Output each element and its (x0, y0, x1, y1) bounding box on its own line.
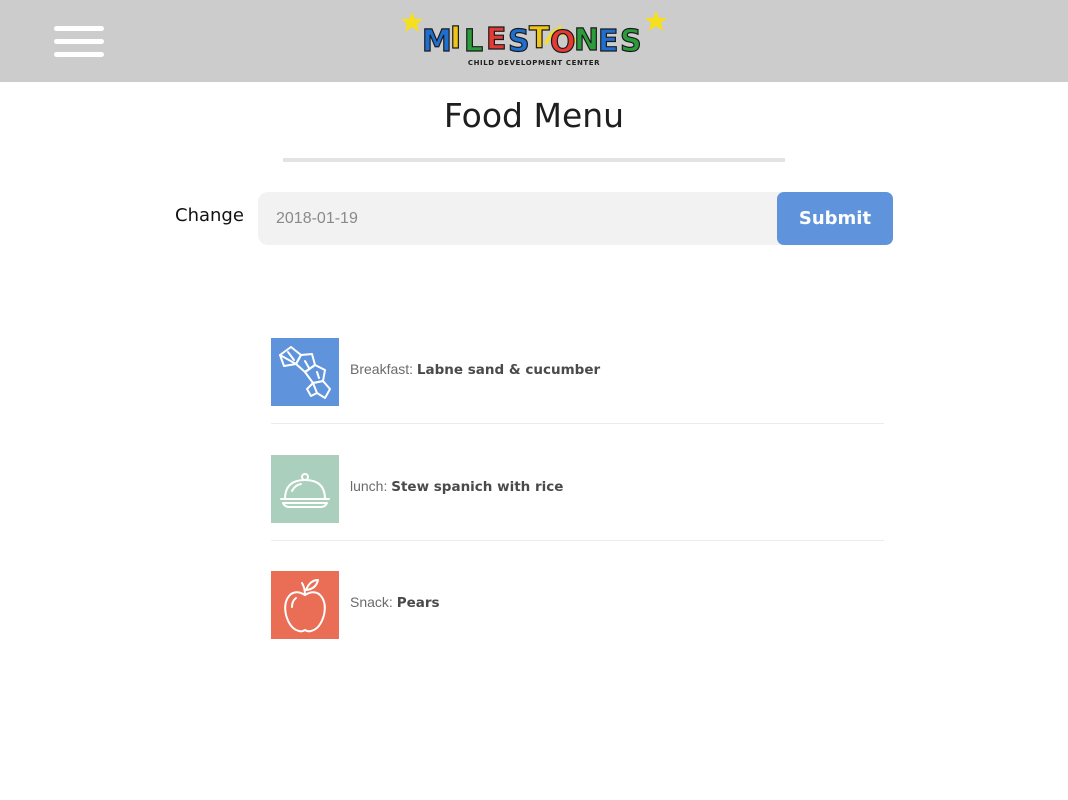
svg-text:I: I (450, 21, 461, 56)
meal-separator: : (409, 361, 417, 377)
meal-text: Snack: Pears (350, 594, 440, 611)
meal-text: lunch: Stew spanich with rice (350, 478, 563, 495)
meal-item: Labne sand & cucumber (416, 362, 601, 378)
svg-text:E: E (486, 22, 507, 57)
svg-text:L: L (464, 24, 483, 59)
top-bar: M I L E S T O N E S CHILD DEVELOPMENT CE… (0, 0, 1068, 82)
svg-text:E: E (598, 24, 619, 59)
meal-name: Breakfast (350, 361, 410, 377)
meal-item: Pears (396, 595, 440, 611)
meal-separator: : (388, 594, 397, 610)
milestones-logo[interactable]: M I L E S T O N E S CHILD DEVELOPMENT CE… (398, 8, 670, 72)
svg-text:M: M (422, 24, 452, 59)
meal-name: Snack (350, 594, 389, 610)
svg-text:N: N (574, 23, 599, 58)
date-input[interactable] (258, 192, 798, 245)
svg-text:S: S (508, 24, 530, 59)
list-item: Breakfast: Labne sand & cucumber (271, 338, 884, 406)
list-item: Snack: Pears (271, 571, 884, 639)
meal-item: Stew spanich with rice (391, 479, 564, 495)
apple-icon (271, 571, 339, 639)
submit-button[interactable]: Submit (777, 192, 893, 245)
hamburger-menu-icon[interactable] (54, 26, 104, 58)
page-title: Food Menu (443, 96, 625, 135)
meal-name: lunch (350, 478, 384, 494)
title-divider (283, 158, 785, 162)
divider (271, 540, 884, 541)
list-item: lunch: Stew spanich with rice (271, 455, 884, 523)
logo-graphic: M I L E S T O N E S (401, 11, 667, 61)
change-date-label: Change (175, 205, 244, 226)
cloche-icon (271, 455, 339, 523)
meal-text: Breakfast: Labne sand & cucumber (350, 361, 600, 378)
logo-subtitle: CHILD DEVELOPMENT CENTER (467, 59, 601, 67)
croissant-icon (271, 338, 339, 406)
svg-text:T: T (529, 21, 550, 56)
divider (271, 423, 884, 424)
svg-text:O: O (550, 25, 576, 60)
svg-text:S: S (620, 24, 642, 59)
